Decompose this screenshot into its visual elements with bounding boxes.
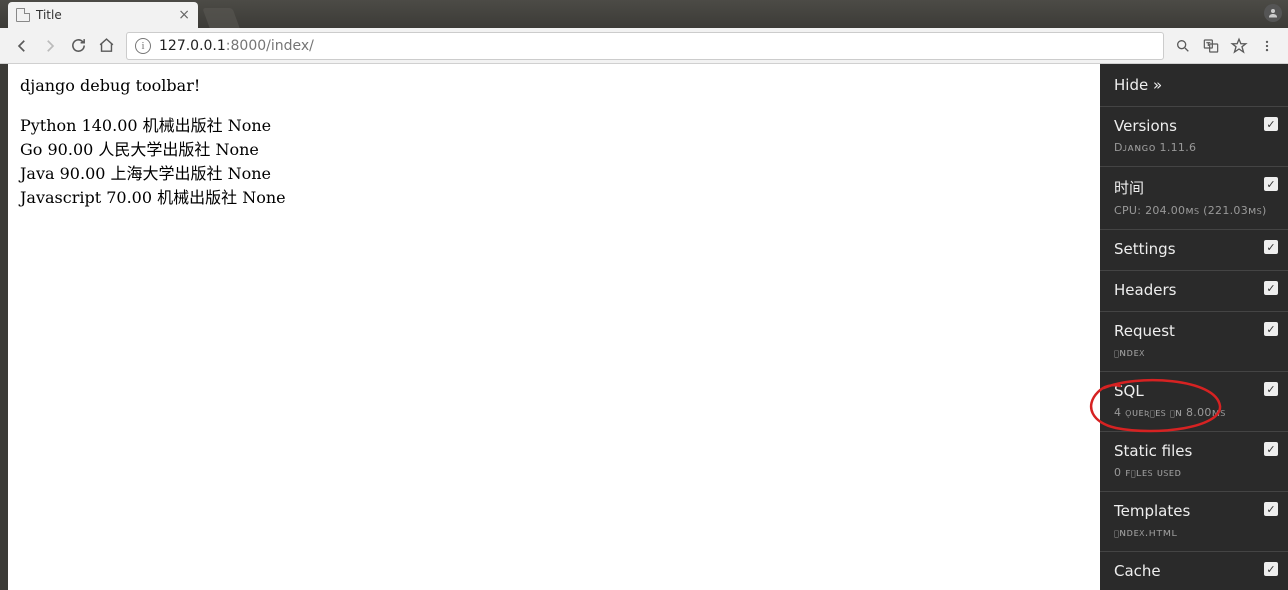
- address-path: :8000/index/: [226, 38, 314, 54]
- tab-strip: Title ×: [8, 0, 236, 28]
- djdt-panel-versions[interactable]: Versions Dᴊᴀɴɢᴏ 1.11.6 ✓: [1100, 107, 1288, 167]
- data-row: Go 90.00 人民大学出版社 None: [20, 138, 1088, 162]
- djdt-panel-subtitle: 4 ǫᴜᴇʀɪᴇs ɪɴ 8.00ᴍs: [1114, 406, 1274, 419]
- browser-tab[interactable]: Title ×: [8, 2, 198, 28]
- djdt-panel-title: 时间: [1114, 177, 1274, 198]
- close-icon[interactable]: ×: [178, 7, 190, 23]
- data-row: Java 90.00 上海大学出版社 None: [20, 162, 1088, 186]
- djdt-panel-subtitle: 0 ꜰɪʟᴇs ᴜsᴇᴅ: [1114, 466, 1274, 479]
- djdt-panel-title: Versions: [1114, 117, 1274, 135]
- djdt-panel-cache[interactable]: Cache✓: [1100, 552, 1288, 590]
- page-icon: [16, 8, 30, 22]
- djdt-panel-title: Settings: [1114, 240, 1274, 258]
- djdt-panel-title: Templates: [1114, 502, 1274, 520]
- zoom-icon[interactable]: [1174, 37, 1192, 55]
- tab-title: Title: [36, 8, 62, 22]
- data-row: Python 140.00 机械出版社 None: [20, 114, 1088, 138]
- back-button[interactable]: [10, 34, 34, 58]
- djdt-panel-title: Static files: [1114, 442, 1274, 460]
- checkbox-icon[interactable]: ✓: [1264, 562, 1278, 576]
- star-icon[interactable]: [1230, 37, 1248, 55]
- djdt-panel-settings[interactable]: Settings✓: [1100, 230, 1288, 271]
- checkbox-icon[interactable]: ✓: [1264, 502, 1278, 516]
- workspace: django debug toolbar! Python 140.00 机械出版…: [0, 64, 1288, 590]
- menu-icon[interactable]: [1258, 37, 1276, 55]
- djdt-panel-headers[interactable]: Headers✓: [1100, 271, 1288, 312]
- djdt-panel-时间[interactable]: 时间 CPU: 204.00ᴍs (221.03ᴍs) ✓: [1100, 167, 1288, 230]
- djdt-panel-sql[interactable]: SQL 4 ǫᴜᴇʀɪᴇs ɪɴ 8.00ᴍs ✓: [1100, 372, 1288, 432]
- checkbox-icon[interactable]: ✓: [1264, 117, 1278, 131]
- djdt-hide-button[interactable]: Hide »: [1100, 64, 1288, 107]
- data-rows: Python 140.00 机械出版社 NoneGo 90.00 人民大学出版社…: [20, 114, 1088, 210]
- user-icon[interactable]: [1264, 4, 1282, 22]
- checkbox-icon[interactable]: ✓: [1264, 442, 1278, 456]
- checkbox-icon[interactable]: ✓: [1264, 281, 1278, 295]
- checkbox-icon[interactable]: ✓: [1264, 382, 1278, 396]
- translate-icon[interactable]: [1202, 37, 1220, 55]
- djdt-panel-title: SQL: [1114, 382, 1274, 400]
- page-content: django debug toolbar! Python 140.00 机械出版…: [8, 64, 1100, 590]
- djdt-panel-subtitle: ɪɴᴅᴇx: [1114, 346, 1274, 359]
- checkbox-icon[interactable]: ✓: [1264, 322, 1278, 336]
- home-button[interactable]: [94, 34, 118, 58]
- window-titlebar: Title ×: [0, 0, 1288, 28]
- browser-toolbar: i 127.0.0.1:8000/index/: [0, 28, 1288, 64]
- toolbar-right: [1170, 37, 1280, 55]
- checkbox-icon[interactable]: ✓: [1264, 240, 1278, 254]
- address-bar[interactable]: i 127.0.0.1:8000/index/: [126, 32, 1164, 60]
- django-debug-toolbar: Hide » VersionsDᴊᴀɴɢᴏ 1.11.6✓时间CPU: 204.…: [1100, 64, 1288, 590]
- page-heading: django debug toolbar!: [20, 74, 1088, 98]
- djdt-panel-subtitle: ɪɴᴅᴇx.ʜᴛᴍʟ: [1114, 526, 1274, 539]
- data-row: Javascript 70.00 机械出版社 None: [20, 186, 1088, 210]
- reload-button[interactable]: [66, 34, 90, 58]
- djdt-panel-title: Cache: [1114, 562, 1274, 580]
- djdt-panel-request[interactable]: Request ɪɴᴅᴇx ✓: [1100, 312, 1288, 372]
- checkbox-icon[interactable]: ✓: [1264, 177, 1278, 191]
- djdt-panel-templates[interactable]: Templates ɪɴᴅᴇx.ʜᴛᴍʟ ✓: [1100, 492, 1288, 552]
- window-edge: [0, 64, 8, 590]
- djdt-panel-subtitle: CPU: 204.00ᴍs (221.03ᴍs): [1114, 204, 1274, 217]
- address-host: 127.0.0.1: [159, 38, 226, 54]
- new-tab-button[interactable]: [202, 8, 239, 28]
- djdt-panel-title: Headers: [1114, 281, 1274, 299]
- djdt-panel-title: Request: [1114, 322, 1274, 340]
- info-icon[interactable]: i: [135, 38, 151, 54]
- forward-button[interactable]: [38, 34, 62, 58]
- djdt-panel-static-files[interactable]: Static files 0 ꜰɪʟᴇs ᴜsᴇᴅ ✓: [1100, 432, 1288, 492]
- djdt-panel-subtitle: Dᴊᴀɴɢᴏ 1.11.6: [1114, 141, 1274, 154]
